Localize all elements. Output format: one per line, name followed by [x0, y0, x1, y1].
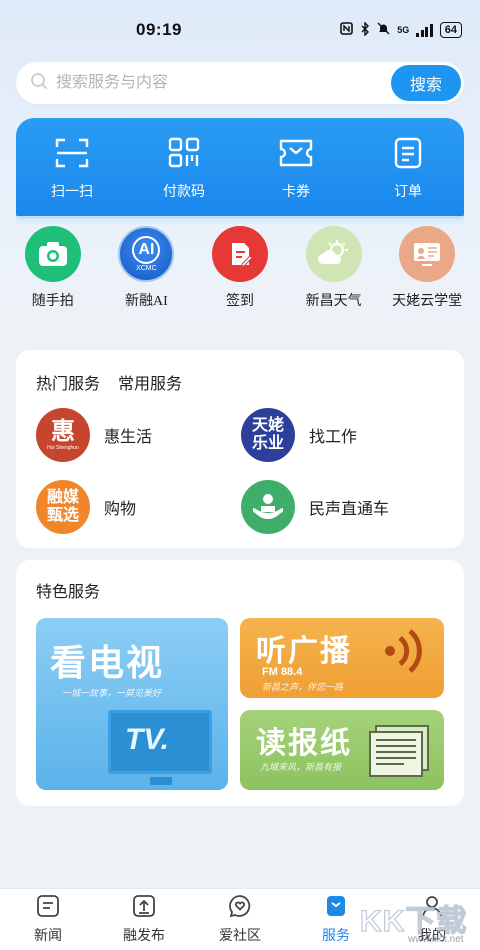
radio-tagline: 新昌之声，伴您一路	[262, 682, 344, 692]
app-snapshot[interactable]: 随手拍	[7, 226, 99, 316]
radio-frequency: FM 88.4	[262, 666, 303, 678]
hui-life-logo: 惠 Hui Shenghuo	[36, 408, 90, 462]
classroom-icon	[399, 226, 456, 282]
hui-life-logo-text: 惠	[51, 417, 75, 445]
camera-icon	[24, 226, 81, 282]
service-hui-life[interactable]: 惠 Hui Shenghuo 惠生活	[36, 408, 241, 462]
bluetooth-icon	[360, 20, 370, 39]
status-time: 09:19	[136, 20, 182, 39]
app-sign-in[interactable]: 签到	[194, 226, 286, 316]
service-label: 找工作	[309, 429, 358, 446]
app-label: 天姥云学堂	[392, 294, 463, 309]
watermark-url: www.kkx.net	[408, 934, 464, 945]
featured-services-card: 特色服务 看电视 一城一故事，一屏见美好 TV. 听广播 FM 88.4 新昌之…	[16, 560, 464, 806]
status-bar: 09:19 5G 64	[0, 0, 480, 60]
shopping-logo-text: 融媒甄选	[46, 489, 79, 524]
radio-wave-icon	[380, 626, 430, 681]
weather-icon	[305, 226, 362, 282]
publish-icon	[132, 894, 156, 923]
ai-icon: AI XCMC	[118, 226, 175, 282]
nav-label: 新闻	[34, 929, 62, 944]
app-label: 随手拍	[31, 294, 74, 309]
paper-title: 读报纸	[256, 727, 352, 760]
quick-action-payment-code[interactable]: 付款码	[139, 136, 229, 201]
paper-tagline: 九域来风，新昌有报	[260, 762, 342, 772]
kkx-watermark: KK下载 www.kkx.net	[359, 894, 478, 948]
nav-label: 融发布	[123, 929, 165, 944]
service-icon	[324, 894, 348, 923]
tab-hot-services[interactable]: 热门服务	[36, 370, 100, 394]
search-button[interactable]: 搜索	[391, 65, 461, 101]
quick-action-label: 订单	[394, 182, 422, 199]
quick-actions-bar: 扫一扫 付款码 卡券 订单	[16, 118, 464, 226]
nav-news[interactable]: 新闻	[8, 894, 88, 945]
tv-screen-icon: TV.	[108, 710, 212, 774]
community-icon	[228, 894, 252, 923]
watch-tv-tile[interactable]: 看电视 一城一故事，一屏见美好 TV.	[36, 618, 228, 790]
quick-action-coupon[interactable]: 卡券	[251, 136, 341, 201]
shopping-logo: 融媒甄选	[36, 480, 90, 534]
quick-action-label: 扫一扫	[51, 182, 93, 199]
mute-icon	[377, 22, 390, 38]
nav-publish[interactable]: 融发布	[104, 894, 184, 945]
app-shortcuts: 随手拍 AI XCMC 新融AI 签到 新昌天气 天姥云学堂	[0, 226, 480, 316]
qr-code-icon	[166, 136, 202, 175]
nav-label: 爱社区	[219, 929, 261, 944]
radio-title: 听广播	[256, 635, 352, 668]
public-voice-logo	[241, 480, 295, 534]
tv-stand	[150, 777, 172, 785]
quick-action-label: 付款码	[163, 182, 205, 199]
service-find-job[interactable]: 天姥乐业 找工作	[241, 408, 446, 462]
tab-common-services[interactable]: 常用服务	[118, 370, 182, 394]
app-xinrong-ai[interactable]: AI XCMC 新融AI	[100, 226, 192, 316]
quick-action-scan[interactable]: 扫一扫	[27, 136, 117, 201]
service-tabs: 热门服务 常用服务	[16, 350, 464, 394]
nav-community[interactable]: 爱社区	[200, 894, 280, 945]
order-icon	[391, 136, 425, 175]
service-label: 民声直通车	[309, 501, 390, 518]
service-shopping[interactable]: 融媒甄选 购物	[36, 480, 241, 534]
search-icon	[30, 72, 48, 95]
service-grid: 惠 Hui Shenghuo 惠生活 天姥乐业 找工作 融媒甄选 购物 民声直通…	[36, 408, 446, 534]
newspaper-icon	[368, 724, 432, 783]
service-public-voice[interactable]: 民声直通车	[241, 480, 446, 534]
scan-icon	[54, 136, 90, 175]
find-job-logo-text: 天姥乐业	[251, 417, 284, 452]
sign-in-icon	[211, 226, 268, 282]
service-label: 惠生活	[104, 429, 153, 446]
listen-radio-tile[interactable]: 听广播 FM 88.4 新昌之声，伴您一路	[240, 618, 444, 698]
nav-label: 服务	[322, 929, 350, 944]
tv-title: 看电视	[50, 642, 165, 683]
app-label: 新昌天气	[305, 294, 362, 309]
news-icon	[36, 894, 60, 923]
tv-screen-text: TV.	[125, 723, 169, 756]
network-type: 5G	[397, 25, 410, 35]
search-bar: 搜索	[16, 62, 464, 104]
quick-action-label: 卡券	[282, 182, 310, 199]
featured-title: 特色服务	[36, 584, 101, 601]
status-icons: 5G 64	[340, 20, 462, 39]
read-newspaper-tile[interactable]: 读报纸 九域来风，新昌有报	[240, 710, 444, 790]
find-job-logo: 天姥乐业	[241, 408, 295, 462]
app-label: 新融AI	[125, 294, 168, 309]
coupon-icon	[277, 136, 315, 175]
ai-badge-subtext: XCMC	[136, 265, 157, 272]
app-weather[interactable]: 新昌天气	[288, 226, 380, 316]
hot-services-card: 热门服务 常用服务 惠 Hui Shenghuo 惠生活 天姥乐业 找工作 融媒…	[16, 350, 464, 548]
quick-action-order[interactable]: 订单	[363, 136, 453, 201]
app-label: 签到	[225, 294, 254, 309]
ai-badge-text: AI	[132, 236, 161, 264]
hui-life-logo-subtext: Hui Shenghuo	[47, 444, 79, 451]
signal-icon	[416, 23, 433, 37]
search-input[interactable]	[56, 74, 391, 92]
battery-icon: 64	[439, 22, 462, 38]
app-tianmu-classroom[interactable]: 天姥云学堂	[381, 226, 473, 316]
service-label: 购物	[104, 501, 137, 518]
nfc-icon	[340, 22, 354, 38]
tv-subtitle: 一城一故事，一屏见美好	[62, 688, 162, 698]
